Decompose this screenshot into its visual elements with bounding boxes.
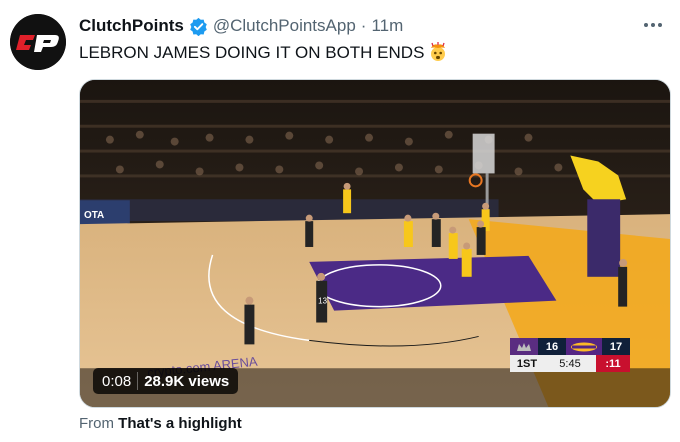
lakers-logo-icon [566, 338, 602, 355]
video-stats-pill: 0:08 28.9K views [93, 368, 239, 394]
author-handle[interactable]: @ClutchPointsApp [213, 16, 356, 36]
tweet-text: LEBRON JAMES DOING IT ON BOTH ENDS [79, 42, 448, 67]
exploding-head-emoji-icon [428, 42, 448, 67]
verified-badge-icon [190, 17, 207, 36]
separator-dot: · [360, 16, 367, 35]
attribution-prefix: From [79, 415, 114, 432]
avatar[interactable] [10, 14, 66, 70]
more-dots-icon[interactable] [640, 14, 666, 36]
attribution: From That's a highlight [79, 415, 242, 432]
game-clock: 5:45 [559, 357, 581, 370]
svg-text:13: 13 [318, 297, 327, 306]
view-count: 28.9K views [144, 372, 230, 390]
tweet-header: ClutchPoints @ClutchPointsApp · 11m [79, 15, 403, 37]
period: 1ST [516, 357, 538, 370]
timestamp[interactable]: 11m [371, 16, 403, 36]
video-player[interactable]: OTA crypto.com ARENA 13 16 17 1ST 5:45:… [79, 79, 671, 408]
attribution-source-link[interactable]: That's a highlight [118, 415, 242, 432]
scoreboard: 16 17 1ST 5:45 :11 [510, 338, 630, 372]
video-duration: 0:08 [102, 372, 132, 390]
pill-divider [137, 372, 139, 390]
home-score: 16 [545, 340, 559, 353]
svg-text:OTA: OTA [84, 210, 104, 221]
clutchpoints-logo [10, 14, 66, 70]
kings-logo-icon [510, 338, 538, 355]
shot-clock: :11 [596, 355, 630, 372]
away-score: 17 [609, 340, 623, 353]
tweet-body: LEBRON JAMES DOING IT ON BOTH ENDS [79, 43, 425, 62]
author-name[interactable]: ClutchPoints [79, 16, 184, 36]
